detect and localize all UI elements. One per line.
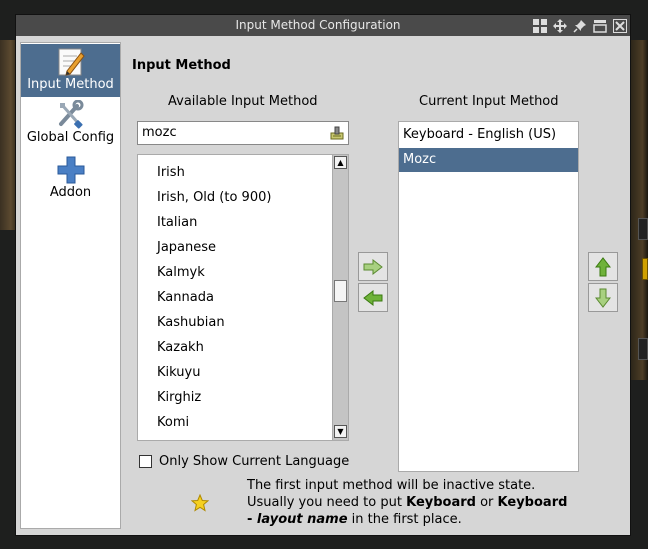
current-title: Current Input Method <box>419 94 559 109</box>
sidebar-item-global-config[interactable]: Global Config <box>21 100 120 152</box>
sidebar-item-label: Input Method <box>27 77 114 92</box>
scroll-up-icon[interactable]: ▲ <box>334 156 347 169</box>
checkbox-label: Only Show Current Language <box>159 454 350 469</box>
list-item-selected[interactable]: Mozc <box>399 148 578 172</box>
search-input[interactable]: mozc <box>137 121 349 145</box>
hint-line2-a: Usually you need to put <box>247 495 407 510</box>
sidebar-item-input-method[interactable]: Input Method <box>21 44 120 97</box>
list-item[interactable]: Komi <box>157 415 189 431</box>
hint-layout-name: layout name <box>256 512 348 527</box>
available-title: Available Input Method <box>168 94 318 109</box>
desktop-widget <box>642 258 648 280</box>
hint-tail: in the first place. <box>347 512 462 527</box>
move-icon[interactable] <box>551 17 568 34</box>
desktop-widget <box>638 338 648 360</box>
list-item[interactable]: Irish <box>157 165 185 181</box>
arrow-down-icon <box>595 288 611 308</box>
available-input-method-list[interactable]: Irish Irish, Old (to 900) Italian Japane… <box>137 154 349 441</box>
list-item[interactable]: Kazakh <box>157 340 204 356</box>
current-input-method-list[interactable]: Keyboard - English (US) Mozc <box>398 121 579 472</box>
list-item[interactable]: Kirghiz <box>157 390 201 406</box>
sidebar-item-addon[interactable]: Addon <box>21 155 120 207</box>
plus-icon <box>57 156 84 184</box>
titlebar[interactable]: Input Method Configuration <box>16 15 630 36</box>
arrow-right-icon <box>363 258 383 275</box>
desktop-background-right <box>630 40 648 380</box>
desktop-widget <box>638 218 648 240</box>
hint-bold-keyboard-2: Keyboard <box>497 495 568 510</box>
window-title: Input Method Configuration <box>235 18 401 32</box>
list-item[interactable]: Kalmyk <box>157 265 205 281</box>
sidebar-item-label: Global Config <box>26 130 115 145</box>
scrollbar-thumb[interactable] <box>334 280 347 302</box>
list-item[interactable]: Kannada <box>157 290 214 306</box>
tile-icon[interactable] <box>531 17 548 34</box>
only-current-language-checkbox[interactable] <box>139 455 152 468</box>
available-list-scrollbar[interactable]: ▲ ▼ <box>332 155 348 440</box>
list-item[interactable]: Kikuyu <box>157 365 200 381</box>
star-icon <box>191 494 209 512</box>
tools-icon <box>58 100 83 129</box>
arrow-left-icon <box>363 289 383 306</box>
arrow-up-icon <box>595 256 611 276</box>
config-window: Input Method Configuration Input Method … <box>15 14 631 536</box>
search-value: mozc <box>142 125 177 140</box>
hint-text: The first input method will be inactive … <box>247 477 577 528</box>
hint-or: or <box>475 495 498 510</box>
close-icon[interactable] <box>611 17 628 34</box>
move-up-button[interactable] <box>588 252 618 281</box>
clear-icon[interactable] <box>329 125 345 141</box>
pencil-note-icon <box>58 48 85 76</box>
scroll-down-icon[interactable]: ▼ <box>334 425 347 438</box>
category-panel: Input Method Global Config Addon <box>20 42 121 529</box>
list-item[interactable]: Keyboard - English (US) <box>399 123 578 147</box>
add-input-method-button[interactable] <box>358 252 388 281</box>
hint-dash: - <box>247 512 257 527</box>
sidebar-item-label: Addon <box>49 185 92 200</box>
remove-input-method-button[interactable] <box>358 283 388 312</box>
hint-bold-keyboard: Keyboard <box>406 495 476 510</box>
hint-line1: The first input method will be inactive … <box>247 478 536 493</box>
only-current-language-row[interactable]: Only Show Current Language <box>139 454 349 469</box>
section-title: Input Method <box>132 58 231 73</box>
list-item[interactable]: Irish, Old (to 900) <box>157 190 271 206</box>
move-down-button[interactable] <box>588 283 618 312</box>
shade-icon[interactable] <box>591 17 608 34</box>
list-item[interactable]: Kashubian <box>157 315 225 331</box>
list-item[interactable]: Japanese <box>157 240 216 256</box>
list-item[interactable]: Italian <box>157 215 197 231</box>
pin-icon[interactable] <box>571 17 588 34</box>
